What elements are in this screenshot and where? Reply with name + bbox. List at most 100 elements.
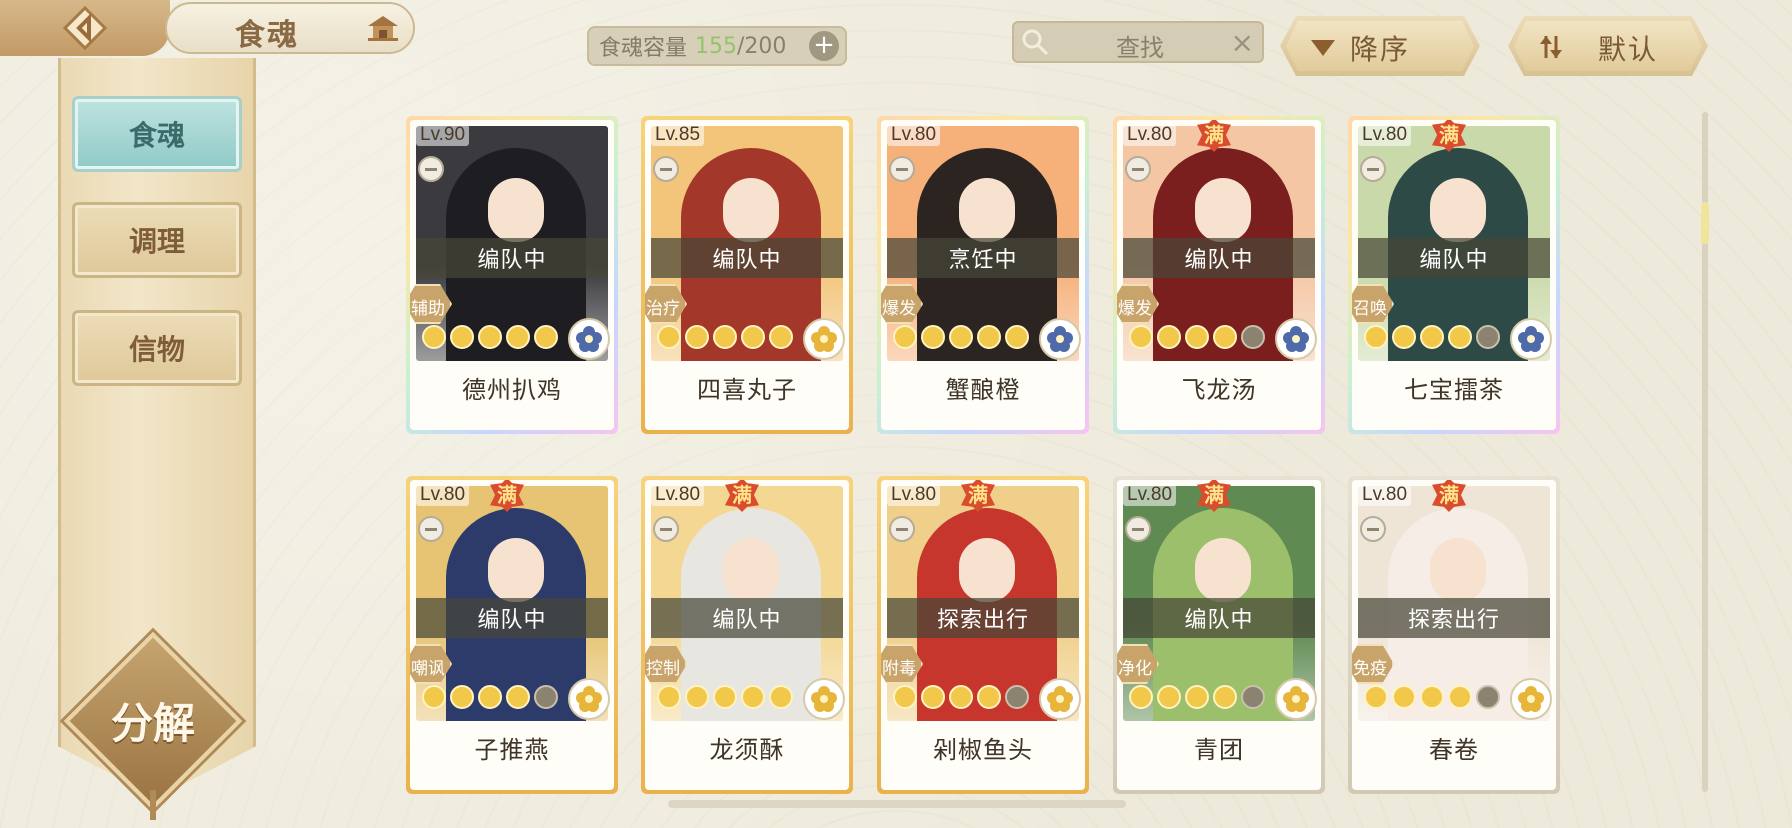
soul-card[interactable]: Lv.85 编队中 治疗 四喜丸子 <box>641 116 853 434</box>
star-icon <box>741 685 765 709</box>
lock-icon[interactable] <box>1360 516 1386 542</box>
character-face <box>488 538 544 602</box>
role-label: 辅助 <box>411 299 445 319</box>
character-name: 四喜丸子 <box>697 376 797 404</box>
star-rating <box>422 685 558 709</box>
lock-icon[interactable] <box>1125 156 1151 182</box>
star-icon <box>478 325 502 349</box>
lock-icon[interactable] <box>418 516 444 542</box>
star-icon <box>450 685 474 709</box>
soul-card[interactable]: Lv.90 编队中 辅助 德州扒鸡 <box>406 116 618 434</box>
star-icon <box>893 685 917 709</box>
lock-icon[interactable] <box>1360 156 1386 182</box>
element-icon <box>1275 678 1317 720</box>
star-icon <box>769 685 793 709</box>
character-name: 青团 <box>1194 736 1244 764</box>
status-bar: 编队中 <box>651 598 843 638</box>
star-icon <box>893 325 917 349</box>
sidebar-item-token[interactable]: 信物 <box>72 310 242 386</box>
star-rating <box>1129 325 1265 349</box>
status-bar: 编队中 <box>416 238 608 278</box>
star-icon <box>713 325 737 349</box>
star-icon <box>1392 685 1416 709</box>
soul-card[interactable]: Lv.80 满 编队中 嘲讽 子推燕 <box>406 476 618 794</box>
star-icon <box>534 685 558 709</box>
lock-icon[interactable] <box>889 516 915 542</box>
status-bar: 编队中 <box>1123 238 1315 278</box>
status-bar: 探索出行 <box>887 598 1079 638</box>
soul-card[interactable]: Lv.80 满 编队中 召唤 七宝擂茶 <box>1348 116 1560 434</box>
role-label: 召唤 <box>1353 299 1387 319</box>
soul-card[interactable]: Lv.80 满 探索出行 附毒 剁椒鱼头 <box>877 476 1089 794</box>
soul-card[interactable]: Lv.80 烹饪中 爆发 蟹酿橙 <box>877 116 1089 434</box>
role-label: 爆发 <box>882 299 916 319</box>
character-face <box>723 538 779 602</box>
sort-order-button[interactable]: 降序 <box>1280 16 1480 76</box>
card-inner: Lv.80 满 探索出行 附毒 剁椒鱼头 <box>881 480 1085 790</box>
character-name: 剁椒鱼头 <box>933 736 1033 764</box>
flower-icon <box>811 326 837 352</box>
sidebar-item-soul[interactable]: 食魂 <box>72 96 242 172</box>
horizontal-scrollbar[interactable] <box>668 800 1126 808</box>
capacity-label: 食魂容量 <box>599 36 688 61</box>
vertical-scroll-thumb[interactable] <box>1701 202 1709 244</box>
capacity-max: /200 <box>737 33 787 59</box>
status-bar: 烹饪中 <box>887 238 1079 278</box>
back-button[interactable] <box>0 0 170 56</box>
clear-search-button[interactable]: × <box>1231 26 1254 59</box>
character-name: 子推燕 <box>474 736 550 764</box>
element-icon <box>1510 318 1552 360</box>
soul-card[interactable]: Lv.80 满 编队中 爆发 飞龙汤 <box>1113 116 1325 434</box>
sort-mode-button[interactable]: 默认 <box>1508 16 1708 76</box>
tassel-decoration <box>150 790 156 820</box>
sidebar-item-refine[interactable]: 调理 <box>72 202 242 278</box>
star-icon <box>1129 325 1153 349</box>
star-icon <box>977 325 1001 349</box>
character-name: 春卷 <box>1429 736 1479 764</box>
character-face <box>959 178 1015 242</box>
lock-icon[interactable] <box>653 516 679 542</box>
search-input[interactable]: 查找 × <box>1012 21 1264 63</box>
star-rating <box>657 685 793 709</box>
star-icon <box>977 685 1001 709</box>
star-rating <box>1364 685 1500 709</box>
character-face <box>1430 538 1486 602</box>
flower-icon <box>576 686 602 712</box>
lock-icon[interactable] <box>889 156 915 182</box>
decompose-label: 分解 <box>110 699 195 748</box>
lock-icon[interactable] <box>653 156 679 182</box>
soul-card[interactable]: Lv.80 满 编队中 控制 龙须酥 <box>641 476 853 794</box>
star-rating <box>657 325 793 349</box>
star-icon <box>921 325 945 349</box>
star-icon <box>769 325 793 349</box>
star-icon <box>1476 325 1500 349</box>
soul-card[interactable]: Lv.80 满 探索出行 免疫 春卷 <box>1348 476 1560 794</box>
flower-icon <box>1047 326 1073 352</box>
soul-card[interactable]: Lv.80 满 编队中 净化 青团 <box>1113 476 1325 794</box>
level-label: Lv.80 <box>887 484 941 506</box>
element-icon <box>568 678 610 720</box>
star-icon <box>1157 325 1181 349</box>
lock-icon[interactable] <box>1125 516 1151 542</box>
level-label: Lv.80 <box>416 484 470 506</box>
page-title: 食魂 <box>235 18 299 53</box>
card-inner: Lv.80 满 编队中 爆发 飞龙汤 <box>1117 120 1321 430</box>
star-icon <box>1185 685 1209 709</box>
flower-icon <box>1047 686 1073 712</box>
star-icon <box>1005 325 1029 349</box>
character-face <box>1195 538 1251 602</box>
role-label: 嘲讽 <box>411 659 445 679</box>
flower-icon <box>1283 326 1309 352</box>
star-icon <box>1213 325 1237 349</box>
flower-icon <box>1518 686 1544 712</box>
star-icon <box>921 685 945 709</box>
star-icon <box>713 685 737 709</box>
element-icon <box>1275 318 1317 360</box>
lock-icon[interactable] <box>418 156 444 182</box>
character-name: 蟹酿橙 <box>945 376 1021 404</box>
capacity-add-button[interactable]: + <box>809 31 839 61</box>
status-bar: 编队中 <box>416 598 608 638</box>
house-icon[interactable] <box>366 14 400 42</box>
flower-icon <box>576 326 602 352</box>
star-icon <box>506 685 530 709</box>
